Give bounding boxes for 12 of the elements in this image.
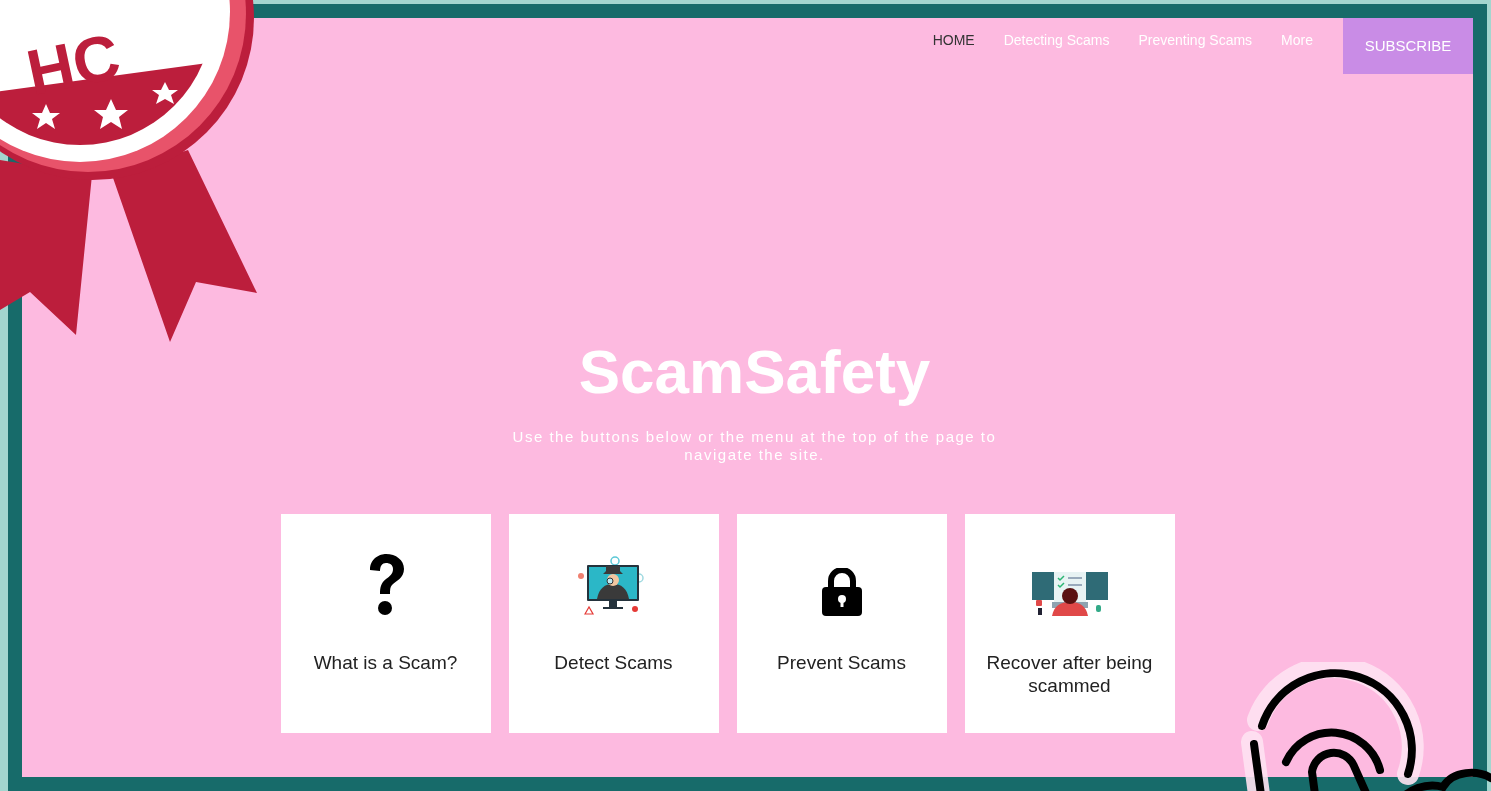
card-label: What is a Scam?	[312, 651, 459, 674]
nav-card[interactable]: Prevent Scams	[736, 514, 947, 733]
hero-subtitle: Use the buttons below or the menu at the top of the page to navigate the site.	[511, 428, 998, 464]
card-label: Detect Scams	[553, 651, 674, 674]
nav-card[interactable]: Detect Scams	[508, 514, 719, 733]
card-label: Prevent Scams	[776, 651, 907, 674]
padlock-icon	[821, 568, 862, 616]
card-label: Recover after being scammed	[985, 651, 1154, 697]
nav-link[interactable]: HOME	[932, 30, 975, 51]
nav-card[interactable]: Recover after being scammed	[964, 514, 1175, 733]
site-title: ScamSafety	[578, 336, 931, 408]
nav-card[interactable]: What is a Scam?	[280, 514, 491, 733]
